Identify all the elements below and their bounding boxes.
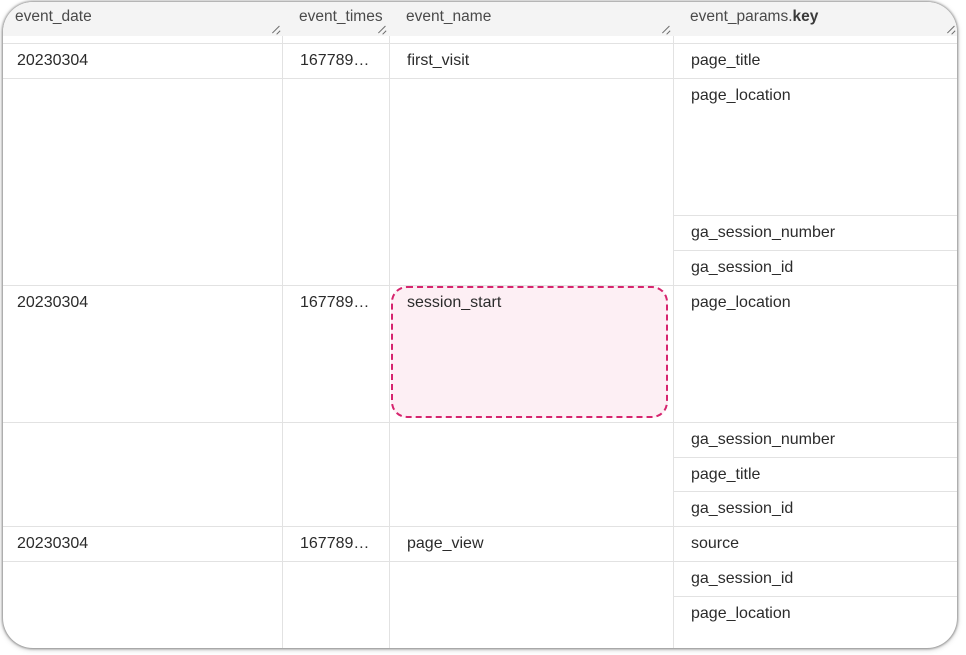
cell-param-key[interactable]: ga_session_number <box>691 430 835 450</box>
param-divider <box>673 250 957 251</box>
cell-event-name[interactable]: page_view <box>407 534 484 554</box>
cell-param-key[interactable]: page_title <box>691 51 760 71</box>
cell-event-name[interactable]: session_start <box>407 293 501 313</box>
screenshot-frame: event_date event_times event_name event_… <box>3 2 957 648</box>
column-resize-icon[interactable] <box>376 24 386 34</box>
row-divider <box>3 422 957 423</box>
cell-event-name[interactable]: first_visit <box>407 51 469 71</box>
table-header: event_date event_times event_name event_… <box>3 2 957 36</box>
cell-param-key[interactable]: page_location <box>691 293 791 313</box>
column-header-label: event_times <box>299 8 383 25</box>
column-header-suffix: key <box>792 8 819 25</box>
cell-param-key[interactable]: ga_session_number <box>691 223 835 243</box>
column-divider <box>282 36 283 648</box>
column-resize-icon[interactable] <box>945 24 955 34</box>
row-divider <box>3 561 957 562</box>
cell-param-key[interactable]: page_location <box>691 86 791 106</box>
column-header-label: event_date <box>15 8 92 25</box>
cell-event-date[interactable]: 20230304 <box>17 51 88 71</box>
cell-param-key[interactable]: page_location <box>691 604 791 624</box>
cell-param-key[interactable]: ga_session_id <box>691 258 793 278</box>
param-divider <box>673 215 957 216</box>
column-header-label: event_name <box>406 8 492 25</box>
cell-param-key[interactable]: source <box>691 534 739 554</box>
cell-event-timestamp[interactable]: 167789… <box>300 51 369 71</box>
column-divider <box>389 36 390 648</box>
row-divider <box>3 78 957 79</box>
cell-param-key[interactable]: ga_session_id <box>691 499 793 519</box>
column-header-prefix: event_params. <box>690 8 793 25</box>
column-resize-icon[interactable] <box>270 24 280 34</box>
cell-event-timestamp[interactable]: 167789… <box>300 293 369 313</box>
column-header-event-date[interactable]: event_date <box>3 2 282 36</box>
cell-param-key[interactable]: page_title <box>691 465 760 485</box>
column-header-event-timestamp[interactable]: event_times <box>282 2 389 36</box>
column-divider <box>673 36 674 648</box>
results-table: event_date event_times event_name event_… <box>3 2 957 648</box>
column-header-event-params-key[interactable]: event_params.key <box>673 2 957 36</box>
column-resize-icon[interactable] <box>660 24 670 34</box>
header-divider <box>3 43 957 44</box>
param-divider <box>673 491 957 492</box>
param-divider <box>673 596 957 597</box>
cell-param-key[interactable]: ga_session_id <box>691 569 793 589</box>
cell-event-date[interactable]: 20230304 <box>17 534 88 554</box>
cell-event-date[interactable]: 20230304 <box>17 293 88 313</box>
row-divider <box>3 526 957 527</box>
param-divider <box>673 457 957 458</box>
column-header-event-name[interactable]: event_name <box>389 2 673 36</box>
cell-event-timestamp[interactable]: 167789… <box>300 534 369 554</box>
